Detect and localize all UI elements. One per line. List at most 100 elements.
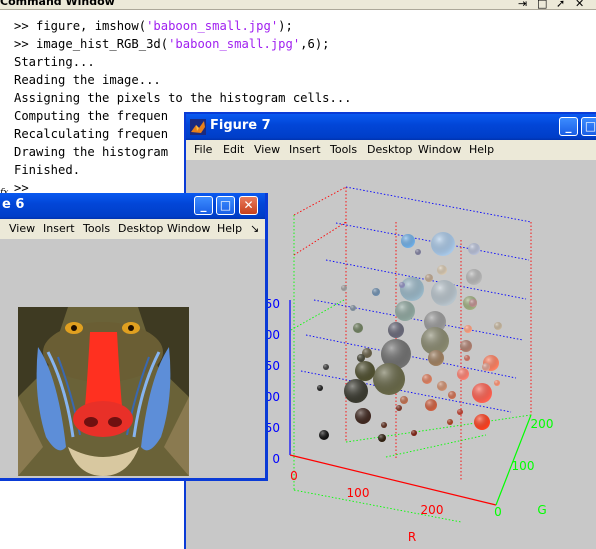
sphere-highlight xyxy=(425,274,433,282)
sphere-highlight xyxy=(357,354,365,362)
menu-view[interactable]: View xyxy=(9,222,35,235)
command-window-title: Command Window xyxy=(0,0,115,8)
sphere-highlight xyxy=(373,363,405,395)
command-line-2: >> image_hist_RGB_3d('baboon_small.jpg',… xyxy=(14,37,330,51)
maximize-button[interactable]: □ xyxy=(216,196,235,215)
output-line: Assigning the pixels to the histogram ce… xyxy=(14,91,352,105)
menu-window[interactable]: Window xyxy=(418,143,461,156)
baboon-image xyxy=(18,307,189,476)
menu-tools[interactable]: Tools xyxy=(330,143,357,156)
sphere-highlight xyxy=(411,430,417,436)
sphere-highlight xyxy=(464,355,470,361)
menu-overflow-icon[interactable]: ↘ xyxy=(250,222,259,235)
close-button[interactable]: ✕ xyxy=(239,196,258,215)
grid-line xyxy=(293,186,347,216)
grid-line xyxy=(293,221,347,256)
sphere-highlight xyxy=(323,364,329,370)
output-line: Recalculating frequen xyxy=(14,127,169,141)
maximize-icon[interactable]: □ xyxy=(537,0,547,9)
sphere-highlight xyxy=(400,277,424,301)
sphere-highlight xyxy=(401,234,415,248)
sphere-highlight xyxy=(422,374,432,384)
sphere-highlight xyxy=(425,399,437,411)
figure-7-menubar: File Edit View Insert Tools Desktop Wind… xyxy=(186,140,596,160)
menu-edit[interactable]: Edit xyxy=(223,143,244,156)
g-axis-label: G xyxy=(537,503,546,517)
menu-help[interactable]: Help xyxy=(217,222,242,235)
menu-insert[interactable]: Insert xyxy=(43,222,75,235)
sphere-highlight xyxy=(468,243,480,255)
sphere-highlight xyxy=(381,422,387,428)
grid-line xyxy=(385,434,487,458)
close-icon[interactable]: ✕ xyxy=(575,0,584,9)
sphere-highlight xyxy=(474,414,490,430)
figure-7-title: Figure 7 xyxy=(210,118,271,133)
r-axis-label: R xyxy=(408,530,416,544)
minimize-button[interactable]: _ xyxy=(194,196,213,215)
g-tick-label: 100 xyxy=(512,459,535,473)
sphere-highlight xyxy=(482,363,490,371)
menu-desktop[interactable]: Desktop xyxy=(367,143,412,156)
sphere-highlight xyxy=(350,305,356,311)
sphere-highlight xyxy=(395,301,415,321)
sphere-highlight xyxy=(388,322,404,338)
sphere-highlight xyxy=(353,323,363,333)
sphere-highlight xyxy=(317,385,323,391)
figure-6-titlebar[interactable]: e 6 _ □ ✕ xyxy=(0,193,265,219)
menu-insert[interactable]: Insert xyxy=(289,143,321,156)
pin-icon[interactable]: ➚ xyxy=(556,0,565,9)
figure-6-plot-area xyxy=(0,239,265,478)
sphere-highlight xyxy=(341,285,347,291)
undock-icon[interactable]: ⇥ xyxy=(518,0,527,9)
histogram-spheres xyxy=(317,232,502,442)
figure-7-titlebar[interactable]: Figure 7 _ □ xyxy=(186,114,596,140)
g-tick-label: 0 xyxy=(494,505,502,519)
z-tick-label: 0 xyxy=(272,452,280,466)
sphere-highlight xyxy=(319,430,329,440)
sphere-highlight xyxy=(372,288,380,296)
sphere-highlight xyxy=(378,434,386,442)
sphere-highlight xyxy=(431,232,455,256)
grid-line xyxy=(290,299,345,331)
sphere-highlight xyxy=(448,391,456,399)
menu-window[interactable]: Window xyxy=(167,222,210,235)
sphere-highlight xyxy=(431,280,457,306)
r-tick-label: 100 xyxy=(347,486,370,500)
grid-line xyxy=(345,186,532,223)
sphere-highlight xyxy=(355,361,375,381)
command-window-titlebar: Command Window ⇥ □ ➚ ✕ xyxy=(0,0,596,10)
sphere-highlight xyxy=(494,380,500,386)
sphere-highlight xyxy=(415,249,421,255)
minimize-button[interactable]: _ xyxy=(559,117,578,136)
sphere-highlight xyxy=(447,419,453,425)
sphere-highlight xyxy=(494,322,502,330)
menu-file[interactable]: File xyxy=(194,143,212,156)
command-line-1: >> figure, imshow('baboon_small.jpg'); xyxy=(14,19,293,33)
sphere-highlight xyxy=(396,405,402,411)
g-tick-label: 200 xyxy=(531,417,554,431)
grid-line xyxy=(313,299,524,341)
maximize-button[interactable]: □ xyxy=(581,117,596,136)
sphere-highlight xyxy=(466,269,482,285)
matlab-logo-icon xyxy=(190,119,206,135)
sphere-highlight xyxy=(457,368,469,380)
output-line: Computing the frequen xyxy=(14,109,169,123)
menu-view[interactable]: View xyxy=(254,143,280,156)
menu-tools[interactable]: Tools xyxy=(83,222,110,235)
sphere-highlight xyxy=(460,340,472,352)
sphere-highlight xyxy=(464,325,472,333)
menu-desktop[interactable]: Desktop xyxy=(118,222,163,235)
r-tick-label: 0 xyxy=(290,469,298,483)
sphere-highlight xyxy=(472,383,492,403)
menu-help[interactable]: Help xyxy=(469,143,494,156)
sphere-highlight xyxy=(437,265,447,275)
sphere-highlight xyxy=(437,381,447,391)
output-line: Starting... xyxy=(14,55,95,69)
sphere-highlight xyxy=(355,408,371,424)
figure-6-title: e 6 xyxy=(2,197,25,212)
figure-6-window[interactable]: e 6 _ □ ✕ View Insert Tools Desktop Wind… xyxy=(0,193,268,481)
grid-line xyxy=(305,334,517,379)
r-axis xyxy=(289,454,497,506)
sphere-highlight xyxy=(457,409,463,415)
sphere-highlight xyxy=(469,299,477,307)
